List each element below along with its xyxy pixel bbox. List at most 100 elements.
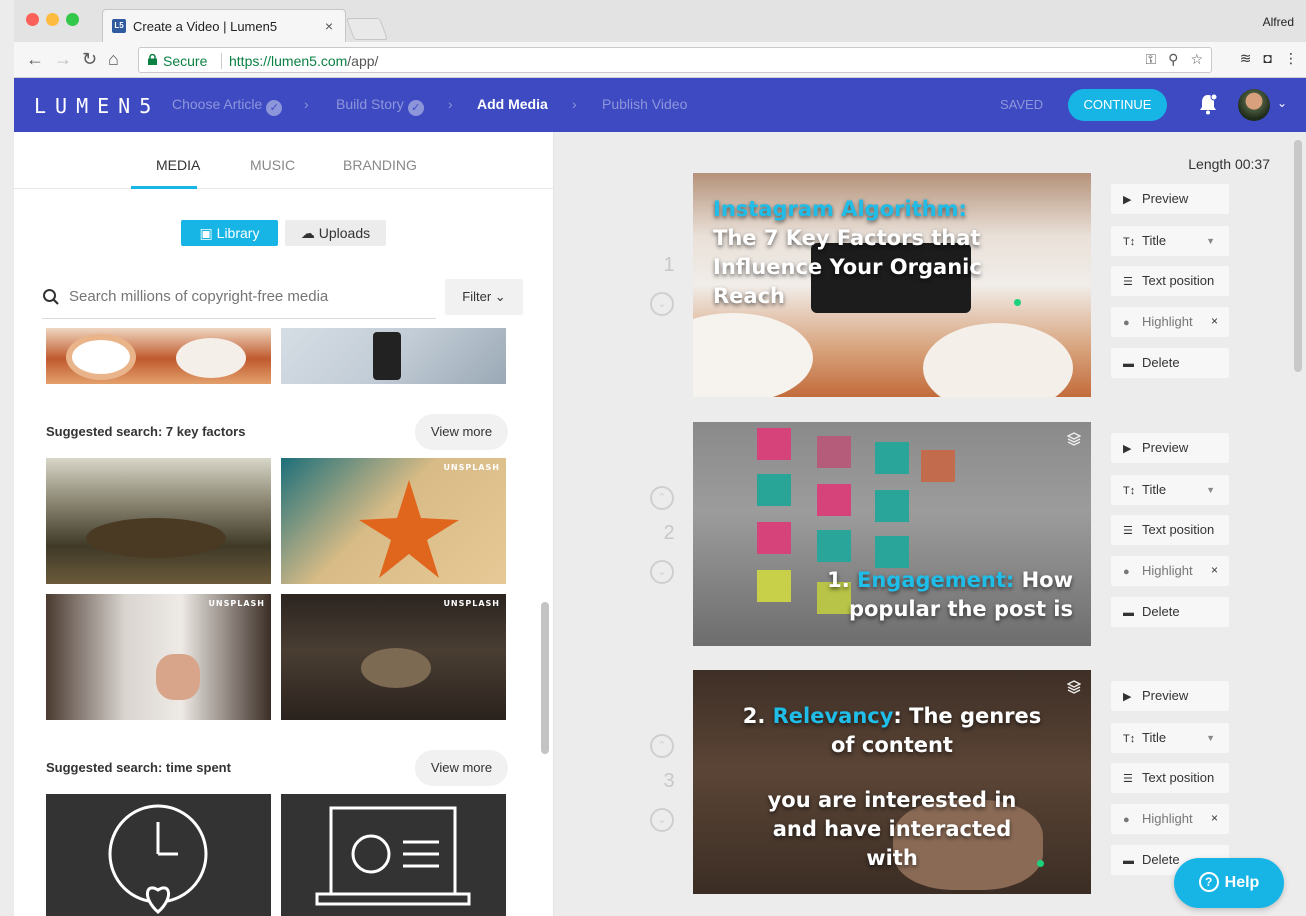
laptop-chart-icon [315,806,471,906]
address-bar[interactable]: Secure https://lumen5.com/app/ ⚿ ⚲ ☆ [138,47,1212,73]
preview-button[interactable]: ▶ Preview [1111,433,1229,463]
remove-highlight-icon[interactable]: × [1211,314,1218,328]
hand-shape [156,654,200,700]
step-publish-video[interactable]: Publish Video [602,96,687,112]
title-style-dropdown[interactable]: T↕ Title ▼ [1111,226,1229,256]
key-icon[interactable]: ⚿ [1146,51,1157,67]
media-thumbnail-starfish[interactable]: UNSPLASH [281,458,506,584]
maximize-window-button[interactable] [66,13,79,26]
move-up-icon[interactable]: ⌃ [650,486,674,510]
preview-button[interactable]: ▶ Preview [1111,681,1229,711]
reload-icon[interactable]: ↻ [82,49,97,69]
scene-line: with [866,846,918,870]
library-button[interactable]: ▣ Library [181,220,278,246]
media-thumbnail-typewriter[interactable]: UNSPLASH [281,594,506,720]
url-host: https://lumen5.com [229,53,348,69]
menu-kebab-icon[interactable]: ⋮ [1284,50,1298,66]
delete-button[interactable]: ▬ Delete [1111,348,1229,378]
trash-icon: ▬ [1123,607,1134,619]
sticky-note [817,436,851,468]
sticky-note [875,442,909,474]
scene-card[interactable]: 2. Relevancy: The genres of content you … [693,670,1091,894]
tab-music[interactable]: MUSIC [250,157,295,173]
notification-bell-icon[interactable] [1198,92,1218,116]
home-icon[interactable]: ⌂ [108,49,119,69]
step-build-story[interactable]: Build Story ✓ [336,96,424,116]
browser-tab[interactable]: L5 Create a Video | Lumen5 × [102,9,346,42]
step-label: Add Media [477,96,548,112]
bookmark-star-icon[interactable]: ☆ [1190,51,1203,67]
scene-text[interactable]: 2. Relevancy: The genres of content you … [693,702,1091,873]
media-thumbnail-key[interactable]: UNSPLASH [46,594,271,720]
scene-card[interactable]: 1. Engagement: How popular the post is [693,422,1091,646]
chevron-right-icon: › [572,96,577,112]
search-input[interactable] [69,288,429,305]
tab-bar: L5 Create a Video | Lumen5 × Alfred [14,0,1306,42]
view-more-button[interactable]: View more [415,750,508,786]
media-thumbnail[interactable] [281,328,506,384]
uploads-button[interactable]: ☁ Uploads [285,220,386,246]
scene-text[interactable]: 1. Engagement: How popular the post is [827,566,1073,624]
omnibox-icons: ⚿ ⚲ ☆ [1134,51,1203,68]
chevron-down-icon[interactable]: ⌄ [1277,96,1287,110]
preview-label: Preview [1142,440,1189,455]
caret-down-icon: ▼ [1206,733,1215,743]
scene-card[interactable]: Instagram Algorithm: The 7 Key Factors t… [693,173,1091,397]
move-up-icon[interactable]: ⌃ [650,734,674,758]
saved-status: SAVED [1000,97,1044,112]
media-thumbnail[interactable] [46,328,271,384]
view-more-button[interactable]: View more [415,414,508,450]
continue-button[interactable]: CONTINUE [1068,89,1167,121]
scene-line: popular the post is [848,597,1073,621]
zoom-icon[interactable]: ⚲ [1168,51,1178,67]
back-arrow-icon[interactable]: ← [26,49,44,69]
chevron-down-icon: ⌄ [494,289,506,304]
new-tab-button[interactable] [345,18,389,40]
layers-icon[interactable] [1067,432,1081,446]
story-scrollbar[interactable] [1294,140,1302,372]
minimize-window-button[interactable] [46,13,59,26]
tab-media[interactable]: MEDIA [156,157,200,173]
library-label: Library [216,225,260,241]
move-down-icon[interactable]: ⌄ [650,292,674,316]
tab-close-icon[interactable]: × [325,18,333,34]
step-add-media[interactable]: Add Media [477,96,548,112]
tab-branding[interactable]: BRANDING [343,157,417,173]
url-text: https://lumen5.com/app/ [229,53,378,69]
scene-line: Reach [713,284,785,308]
lumen5-logo[interactable]: LUMEN5 [34,94,160,118]
media-scrollbar[interactable] [541,602,549,754]
buffer-extension-icon[interactable]: ≋ [1240,50,1252,66]
status-dot [1014,299,1021,306]
media-thumbnail-meeting[interactable] [46,458,271,584]
scene-text[interactable]: Instagram Algorithm: The 7 Key Factors t… [713,195,982,311]
move-down-icon[interactable]: ⌄ [650,560,674,584]
forward-arrow-icon[interactable]: → [54,49,72,69]
lumen5-favicon-icon: L5 [112,19,126,33]
title-style-dropdown[interactable]: T↕ Title ▼ [1111,475,1229,505]
layers-icon[interactable] [1067,680,1081,694]
preview-button[interactable]: ▶ Preview [1111,184,1229,214]
text-position-button[interactable]: ☰ Text position [1111,266,1229,296]
close-window-button[interactable] [26,13,39,26]
text-position-button[interactable]: ☰ Text position [1111,763,1229,793]
remove-highlight-icon[interactable]: × [1211,563,1218,577]
filter-button[interactable]: Filter ⌄ [445,279,523,315]
user-avatar[interactable] [1238,89,1270,121]
step-choose-article[interactable]: Choose Article ✓ [172,96,283,116]
media-thumbnail-laptop[interactable] [281,794,506,916]
droplet-icon: ● [1123,814,1130,826]
text-position-button[interactable]: ☰ Text position [1111,515,1229,545]
move-down-icon[interactable]: ⌄ [650,808,674,832]
help-button[interactable]: ? Help [1174,858,1284,908]
scene-highlight: Instagram Algorithm: [713,197,967,221]
media-thumbnail-clock[interactable] [46,794,271,916]
remove-highlight-icon[interactable]: × [1211,811,1218,825]
profile-name[interactable]: Alfred [1263,15,1294,29]
pocket-extension-icon[interactable]: ◘ [1264,50,1272,66]
clock-heart-icon [108,804,208,914]
chevron-right-icon: › [304,96,309,112]
title-style-dropdown[interactable]: T↕ Title ▼ [1111,723,1229,753]
delete-button[interactable]: ▬ Delete [1111,597,1229,627]
search-icon [43,289,59,305]
